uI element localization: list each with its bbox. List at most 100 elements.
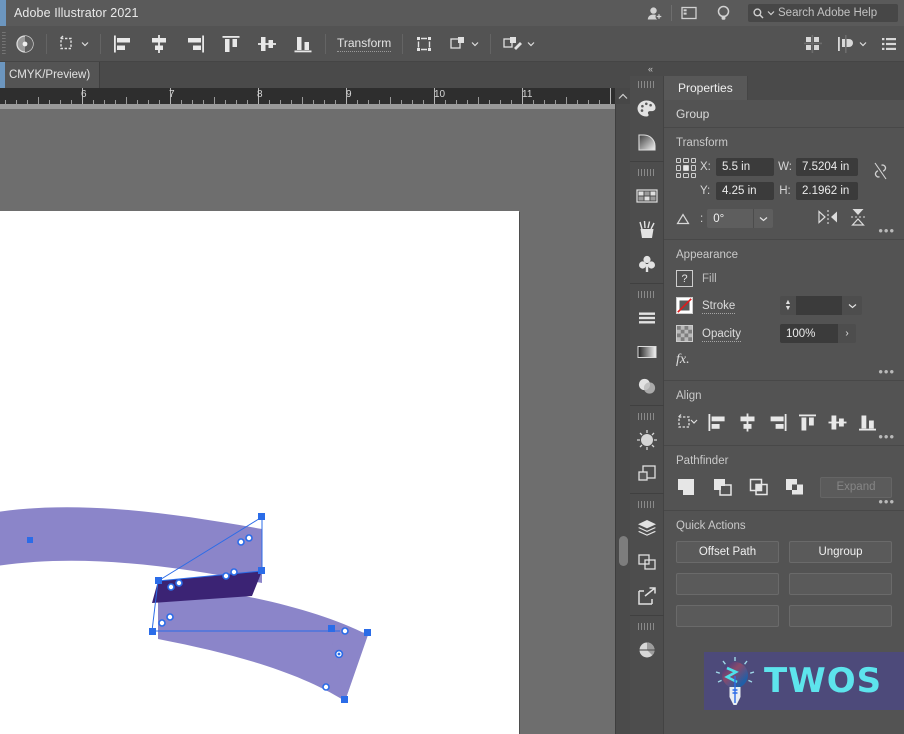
canvas-area[interactable] — [0, 109, 615, 734]
transform-shape-dropdown[interactable] — [51, 26, 96, 62]
help-bulb-icon[interactable] — [706, 0, 740, 26]
gradient-panel-icon[interactable] — [630, 335, 664, 369]
ref-point — [676, 172, 682, 178]
stroke-dropdown-button[interactable] — [842, 296, 862, 315]
artboard[interactable] — [0, 211, 519, 734]
reference-point-selector[interactable] — [676, 158, 696, 178]
flip-vertical-icon[interactable] — [850, 208, 866, 229]
transparency-icon[interactable] — [630, 369, 664, 403]
align-left-button[interactable] — [105, 26, 141, 62]
opacity-control[interactable]: 100% › — [780, 324, 856, 343]
stroke-stepper[interactable]: ▲ ▼ — [780, 296, 796, 315]
canvas-vertical-scrollbar[interactable] — [615, 104, 630, 734]
rail-grip-5[interactable] — [637, 500, 656, 509]
angle-input[interactable]: 0° — [707, 209, 754, 228]
opacity-label-text: Opacity — [702, 327, 741, 342]
rail-grip-6[interactable] — [637, 622, 656, 631]
minus-front-button[interactable] — [712, 476, 734, 498]
align-right-button[interactable] — [766, 411, 788, 433]
ruler-label: 10 — [434, 89, 446, 100]
arrange-grid-button[interactable] — [797, 26, 829, 62]
stroke-weight-input[interactable] — [796, 296, 842, 315]
swatches-icon[interactable] — [630, 179, 664, 213]
broken-link-icon[interactable] — [868, 158, 892, 180]
isolate-group-dropdown[interactable] — [441, 26, 486, 62]
control-bar-drag-handle[interactable] — [0, 25, 8, 62]
quick-action-button-4[interactable] — [789, 573, 892, 595]
shape-builder-button[interactable] — [407, 26, 441, 62]
opacity-input[interactable]: 100% — [780, 324, 838, 343]
pathfinder-more-options[interactable]: ••• — [878, 495, 895, 508]
opacity-row: Opacity 100% › — [676, 324, 892, 343]
layers-icon[interactable] — [630, 511, 664, 545]
gradient-icon[interactable] — [630, 125, 664, 159]
stroke-weight-control[interactable]: ▲ ▼ — [780, 296, 862, 315]
exclude-button[interactable] — [784, 476, 806, 498]
stepper-down-arrow[interactable]: ▼ — [785, 305, 792, 312]
align-more-options[interactable]: ••• — [878, 430, 895, 443]
opacity-swatch[interactable] — [676, 325, 693, 342]
rail-grip-1[interactable] — [637, 80, 656, 89]
align-left-button[interactable] — [706, 411, 728, 433]
quick-action-button-3[interactable] — [676, 573, 779, 595]
align-to-selection-dropdown[interactable] — [676, 411, 698, 433]
fill-swatch[interactable]: ? — [676, 270, 693, 287]
search-input[interactable]: Search Adobe Help — [748, 4, 898, 22]
quick-action-button-5[interactable] — [676, 605, 779, 627]
ungroup-button[interactable]: Ungroup — [789, 541, 892, 563]
recolor-artwork-dropdown[interactable] — [495, 26, 542, 62]
rail-grip-3[interactable] — [637, 290, 656, 299]
color-palette-icon[interactable] — [630, 91, 664, 125]
quick-action-button-6[interactable] — [789, 605, 892, 627]
align-vertical-center-button[interactable] — [249, 26, 285, 62]
effects-button[interactable]: fx. — [676, 352, 892, 368]
align-bottom-button[interactable] — [285, 26, 321, 62]
angle-dropdown-button[interactable] — [753, 209, 774, 228]
align-panel-icon[interactable] — [630, 301, 664, 335]
ribbon-artwork[interactable] — [0, 211, 519, 734]
y-input[interactable]: 4.25 in — [716, 182, 774, 200]
opacity-options-button[interactable]: › — [838, 324, 856, 343]
distribute-button[interactable] — [829, 26, 874, 62]
control-bar-right-group — [797, 26, 904, 62]
symbols-icon[interactable] — [630, 247, 664, 281]
x-input[interactable]: 5.5 in — [716, 158, 774, 176]
rail-grip-4[interactable] — [637, 412, 656, 421]
intersect-button[interactable] — [748, 476, 770, 498]
workspace-icon[interactable] — [672, 0, 706, 26]
dock-collapse-button[interactable]: « — [630, 62, 904, 76]
horizontal-ruler[interactable]: 6 7 8 9 10 11 — [0, 88, 615, 104]
panel-list-button[interactable] — [874, 26, 904, 62]
appearance-more-options[interactable]: ••• — [878, 365, 895, 378]
align-bottom-button[interactable] — [856, 411, 878, 433]
transform-menu-button[interactable]: Transform — [330, 26, 398, 62]
ruler-scroll-up-button[interactable] — [615, 88, 630, 104]
align-horizontal-center-button[interactable] — [736, 411, 758, 433]
align-top-button[interactable] — [796, 411, 818, 433]
pathfinder-icon[interactable] — [630, 545, 664, 579]
add-user-icon[interactable] — [637, 0, 671, 26]
scrollbar-thumb[interactable] — [619, 536, 628, 566]
h-input[interactable]: 2.1962 in — [796, 182, 858, 200]
ruler-tick — [390, 97, 391, 104]
selection-color-swatch[interactable] — [8, 26, 42, 62]
brushes-icon[interactable] — [630, 213, 664, 247]
rotation-angle-control[interactable]: 0° — [707, 209, 774, 228]
artboards-icon[interactable] — [630, 457, 664, 491]
rail-grip-2[interactable] — [637, 168, 656, 177]
align-right-button[interactable] — [177, 26, 213, 62]
transform-more-options[interactable]: ••• — [878, 224, 895, 237]
unite-button[interactable] — [676, 476, 698, 498]
w-input[interactable]: 7.5204 in — [796, 158, 858, 176]
offset-path-button[interactable]: Offset Path — [676, 541, 779, 563]
export-icon[interactable] — [630, 579, 664, 613]
document-tab[interactable]: CMYK/Preview) — [0, 62, 101, 88]
align-horizontal-center-button[interactable] — [141, 26, 177, 62]
stroke-swatch[interactable] — [676, 297, 693, 314]
align-vertical-center-button[interactable] — [826, 411, 848, 433]
tab-properties[interactable]: Properties — [664, 76, 748, 100]
stroke-panel-icon[interactable] — [630, 423, 664, 457]
flip-horizontal-icon[interactable] — [818, 209, 838, 228]
align-top-button[interactable] — [213, 26, 249, 62]
libraries-icon[interactable] — [630, 633, 664, 667]
